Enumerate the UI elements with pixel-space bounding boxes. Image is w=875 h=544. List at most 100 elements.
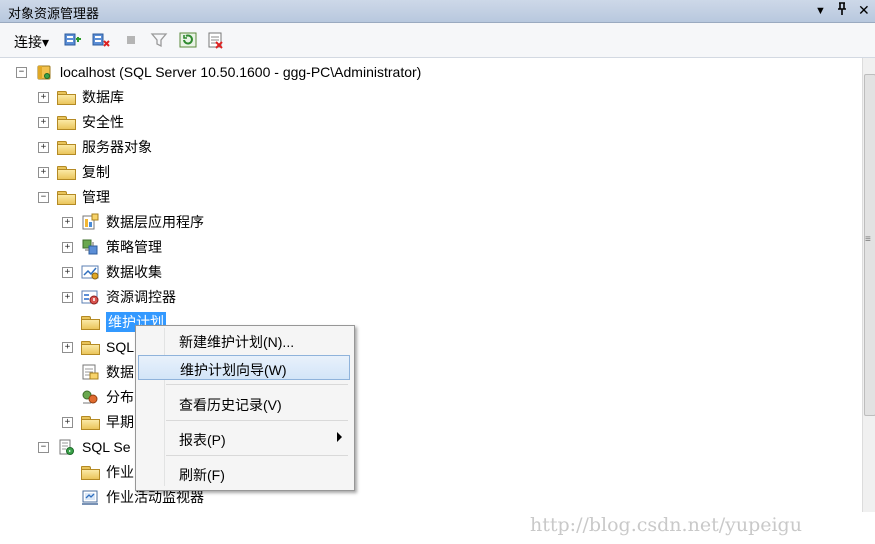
expand-icon[interactable]: +: [62, 291, 73, 303]
pin-button[interactable]: [836, 2, 848, 19]
sql-server-logs-label: SQL: [106, 339, 135, 355]
menu-separator: [166, 384, 348, 385]
folder-icon: [81, 315, 100, 330]
tree-node-sql-agent[interactable]: − SQL Se: [38, 436, 131, 458]
tree-node-dtc[interactable]: 分布: [62, 386, 134, 408]
menu-item-view-history[interactable]: 查看历史记录(V): [138, 391, 350, 416]
connect-button[interactable]: 连接▾: [14, 32, 49, 52]
folder-icon: [57, 115, 76, 130]
folder-icon: [81, 465, 100, 480]
window-titlebar: 对象资源管理器 ▼ ✕: [0, 0, 875, 23]
server-objects-label: 服务器对象: [82, 139, 152, 155]
menu-item-new-plan[interactable]: 新建维护计划(N)...: [138, 328, 350, 353]
folder-icon: [57, 140, 76, 155]
refresh-icon[interactable]: [179, 31, 197, 49]
tree-node-sql-server-logs[interactable]: + SQL: [62, 336, 134, 358]
no-expander: [62, 492, 73, 503]
folder-icon: [57, 90, 76, 105]
tree-node-database-mail[interactable]: 数据: [62, 361, 134, 383]
tree-node-management[interactable]: − 管理: [38, 186, 110, 208]
tree-node-server[interactable]: − localhost (SQL Server 10.50.1600 - ggg…: [16, 61, 421, 83]
server-icon: [37, 65, 51, 80]
stop-icon[interactable]: [122, 31, 140, 49]
no-expander: [62, 367, 73, 378]
connect-object-icon[interactable]: [64, 31, 82, 49]
expand-icon[interactable]: +: [62, 341, 73, 353]
menu-item-label: 新建维护计划(N)...: [179, 334, 295, 350]
no-expander: [62, 392, 73, 403]
watermark: http://blog.csdn.net/yupeigu: [530, 514, 802, 536]
menu-item-wizard[interactable]: 维护计划向导(W): [138, 355, 350, 380]
disconnect-icon[interactable]: [92, 31, 110, 49]
object-explorer-tree: − localhost (SQL Server 10.50.1600 - ggg…: [0, 58, 862, 512]
tree-node-jobs[interactable]: 作业: [62, 461, 134, 483]
window-dropdown-button[interactable]: ▼: [815, 5, 826, 17]
job-activity-monitor-icon: [82, 490, 98, 505]
folder-icon: [81, 340, 100, 355]
submenu-arrow-icon: [337, 432, 342, 442]
expand-icon[interactable]: +: [62, 416, 73, 428]
data-collection-icon: [81, 265, 99, 280]
legacy-label: 早期: [106, 414, 134, 430]
pin-icon: [838, 2, 846, 15]
expand-icon[interactable]: +: [38, 116, 49, 128]
expand-icon[interactable]: +: [62, 241, 73, 253]
expand-icon[interactable]: +: [38, 141, 49, 153]
databases-label: 数据库: [82, 89, 124, 105]
collapse-icon[interactable]: −: [38, 441, 49, 453]
tree-node-legacy[interactable]: + 早期: [62, 411, 134, 433]
menu-item-label: 维护计划向导(W): [180, 362, 287, 378]
database-mail-icon: [82, 364, 99, 380]
expand-icon[interactable]: +: [62, 266, 73, 278]
data-collection-label: 数据收集: [106, 264, 162, 280]
no-expander: [62, 467, 73, 478]
menu-item-label: 报表(P): [179, 432, 226, 448]
summary-icon[interactable]: [207, 31, 225, 49]
scrollbar-thumb[interactable]: [864, 74, 875, 416]
sql-agent-icon: [59, 439, 74, 455]
sql-agent-label: SQL Se: [82, 439, 131, 455]
dtc-icon: [82, 390, 98, 404]
menu-item-label: 查看历史记录(V): [179, 397, 282, 413]
menu-item-reports[interactable]: 报表(P): [138, 426, 350, 451]
menu-item-label: 刷新(F): [179, 467, 225, 483]
vertical-scrollbar[interactable]: ≡: [862, 58, 875, 512]
server-label: localhost (SQL Server 10.50.1600 - ggg-P…: [60, 64, 422, 80]
policy-icon: [82, 239, 98, 255]
folder-icon: [57, 190, 76, 205]
menu-item-refresh[interactable]: 刷新(F): [138, 461, 350, 486]
folder-icon: [81, 415, 100, 430]
context-menu: 新建维护计划(N)... 维护计划向导(W) 查看历史记录(V) 报表(P) 刷…: [135, 325, 355, 491]
tree-node-replication[interactable]: + 复制: [38, 161, 110, 183]
expand-icon[interactable]: +: [38, 166, 49, 178]
tree-node-data-tier-apps[interactable]: + 数据层应用程序: [62, 211, 204, 233]
no-expander: [62, 317, 73, 328]
expand-icon[interactable]: +: [38, 91, 49, 103]
resource-governor-icon: [81, 290, 99, 305]
resource-governor-label: 资源调控器: [106, 289, 176, 305]
filter-icon[interactable]: [150, 31, 168, 49]
policy-management-label: 策略管理: [106, 239, 162, 255]
replication-label: 复制: [82, 164, 110, 180]
window-title: 对象资源管理器: [8, 6, 100, 21]
connect-label: 连接: [14, 34, 42, 50]
tree-node-databases[interactable]: + 数据库: [38, 86, 124, 108]
tree-node-resource-governor[interactable]: + 资源调控器: [62, 286, 176, 308]
collapse-icon[interactable]: −: [16, 66, 27, 78]
tree-node-security[interactable]: + 安全性: [38, 111, 124, 133]
tree-node-server-objects[interactable]: + 服务器对象: [38, 136, 152, 158]
expand-icon[interactable]: +: [62, 216, 73, 228]
close-button[interactable]: ✕: [858, 2, 870, 19]
security-label: 安全性: [82, 114, 124, 130]
tree-node-data-collection[interactable]: + 数据收集: [62, 261, 162, 283]
management-label: 管理: [82, 189, 110, 205]
menu-separator: [166, 420, 348, 421]
connect-dropdown-icon: ▾: [42, 34, 50, 50]
tree-node-policy-management[interactable]: + 策略管理: [62, 236, 162, 258]
data-tier-apps-label: 数据层应用程序: [106, 214, 204, 230]
collapse-icon[interactable]: −: [38, 191, 49, 203]
data-tier-app-icon: [82, 213, 99, 230]
folder-icon: [57, 165, 76, 180]
dtc-label: 分布: [106, 389, 134, 405]
explorer-toolbar: 连接▾: [0, 23, 875, 58]
